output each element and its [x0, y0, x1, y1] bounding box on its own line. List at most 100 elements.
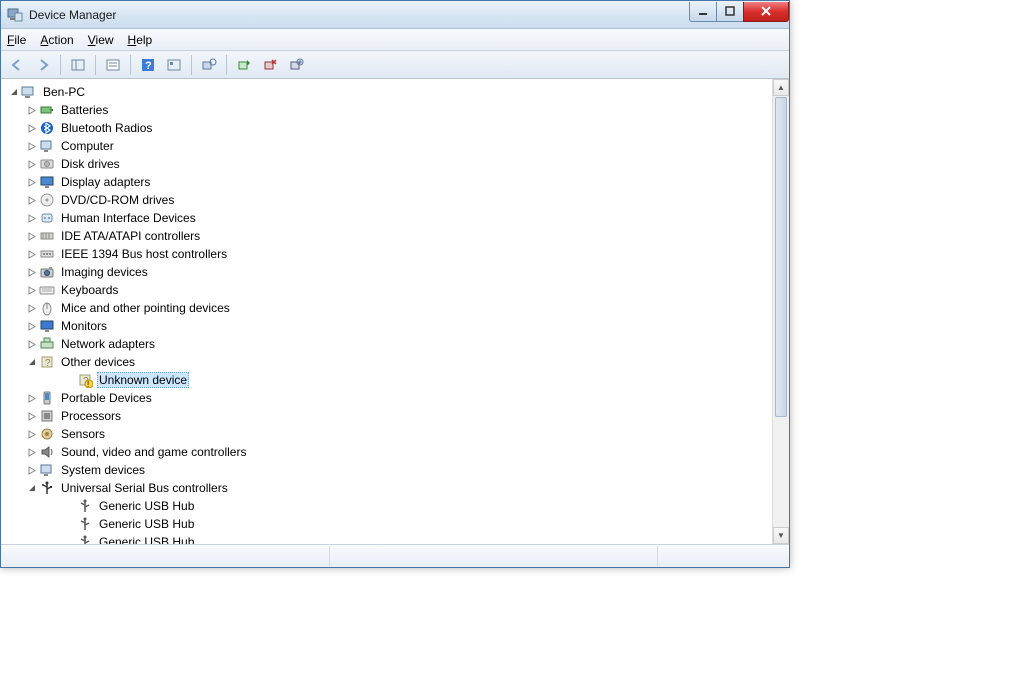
scroll-down-icon[interactable]: ▼: [773, 527, 789, 544]
tree-item-label: Bluetooth Radios: [59, 120, 154, 136]
collapse-icon[interactable]: [25, 484, 39, 493]
menubar: File Action View Help: [1, 29, 789, 51]
expand-icon[interactable]: [25, 250, 39, 259]
properties-button[interactable]: [101, 54, 125, 76]
device-tree[interactable]: Ben-PCBatteriesBluetooth RadiosComputerD…: [1, 79, 772, 544]
tree-item[interactable]: Sensors: [5, 425, 772, 443]
action-button[interactable]: [162, 54, 186, 76]
expand-icon[interactable]: [25, 142, 39, 151]
tree-item[interactable]: System devices: [5, 461, 772, 479]
monitor-icon: [39, 318, 55, 334]
bluetooth-icon: [39, 120, 55, 136]
expand-icon[interactable]: [25, 160, 39, 169]
tree-item[interactable]: Human Interface Devices: [5, 209, 772, 227]
expand-icon[interactable]: [25, 178, 39, 187]
tree-item-usb[interactable]: Universal Serial Bus controllers: [5, 479, 772, 497]
expand-icon[interactable]: [25, 304, 39, 313]
expand-icon[interactable]: [25, 232, 39, 241]
tree-item-usb-hub[interactable]: Generic USB Hub: [5, 515, 772, 533]
close-button[interactable]: [743, 2, 789, 22]
expand-icon[interactable]: [25, 340, 39, 349]
expand-icon[interactable]: [25, 124, 39, 133]
menu-file[interactable]: File: [7, 33, 26, 47]
tree-item-usb-hub[interactable]: Generic USB Hub: [5, 533, 772, 544]
tree-item[interactable]: DVD/CD-ROM drives: [5, 191, 772, 209]
expand-icon[interactable]: [25, 466, 39, 475]
cdrom-icon: [39, 192, 55, 208]
expand-icon[interactable]: [25, 268, 39, 277]
expand-icon[interactable]: [25, 286, 39, 295]
tree-item[interactable]: Mice and other pointing devices: [5, 299, 772, 317]
expand-icon[interactable]: [25, 412, 39, 421]
tree-item-label: Mice and other pointing devices: [59, 300, 232, 316]
toolbar-separator: [60, 55, 61, 75]
collapse-icon[interactable]: [7, 88, 21, 97]
svg-text:?: ?: [145, 60, 152, 72]
vertical-scrollbar[interactable]: ▲ ▼: [772, 79, 789, 544]
tree-item-label: Processors: [59, 408, 123, 424]
portable-icon: [39, 390, 55, 406]
scroll-thumb[interactable]: [775, 97, 787, 417]
tree-item-label: IDE ATA/ATAPI controllers: [59, 228, 202, 244]
unknown-icon: ?!: [77, 372, 93, 388]
scroll-up-icon[interactable]: ▲: [773, 79, 789, 96]
tree-item[interactable]: Processors: [5, 407, 772, 425]
status-cell: [330, 546, 659, 567]
tree-item-unknown-device[interactable]: ?!Unknown device: [5, 371, 772, 389]
collapse-icon[interactable]: [25, 358, 39, 367]
show-hide-tree-button[interactable]: [66, 54, 90, 76]
expand-icon[interactable]: [25, 196, 39, 205]
tree-item[interactable]: Imaging devices: [5, 263, 772, 281]
tree-item[interactable]: Keyboards: [5, 281, 772, 299]
tree-item[interactable]: Disk drives: [5, 155, 772, 173]
tree-item-label: Network adapters: [59, 336, 157, 352]
battery-icon: [39, 102, 55, 118]
client-area: Ben-PCBatteriesBluetooth RadiosComputerD…: [1, 79, 789, 545]
expand-icon[interactable]: [25, 430, 39, 439]
forward-button[interactable]: [31, 54, 55, 76]
menu-action[interactable]: Action: [40, 33, 73, 47]
maximize-button[interactable]: [716, 2, 744, 22]
app-icon: [7, 7, 23, 23]
computer-icon: [39, 138, 55, 154]
tree-item-label: Universal Serial Bus controllers: [59, 480, 230, 496]
tree-item[interactable]: Sound, video and game controllers: [5, 443, 772, 461]
tree-item[interactable]: Display adapters: [5, 173, 772, 191]
tree-item-label: Generic USB Hub: [97, 516, 196, 532]
back-button[interactable]: [5, 54, 29, 76]
expand-icon[interactable]: [25, 106, 39, 115]
svg-text:?: ?: [45, 358, 51, 369]
update-driver-button[interactable]: [284, 54, 308, 76]
expand-icon[interactable]: [25, 448, 39, 457]
tree-item[interactable]: Batteries: [5, 101, 772, 119]
scan-hardware-button[interactable]: [197, 54, 221, 76]
tree-item-label: IEEE 1394 Bus host controllers: [59, 246, 229, 262]
tree-root[interactable]: Ben-PC: [5, 83, 772, 101]
uninstall-button[interactable]: [258, 54, 282, 76]
tree-item[interactable]: Computer: [5, 137, 772, 155]
menu-help[interactable]: Help: [128, 33, 153, 47]
tree-item-label: Other devices: [59, 354, 137, 370]
tree-item-label: Disk drives: [59, 156, 122, 172]
help-button[interactable]: ?: [136, 54, 160, 76]
expand-icon[interactable]: [25, 322, 39, 331]
tree-item[interactable]: Network adapters: [5, 335, 772, 353]
other-icon: ?: [39, 354, 55, 370]
enable-button[interactable]: [232, 54, 256, 76]
tree-item[interactable]: Portable Devices: [5, 389, 772, 407]
menu-view[interactable]: View: [88, 33, 114, 47]
tree-item[interactable]: IDE ATA/ATAPI controllers: [5, 227, 772, 245]
minimize-button[interactable]: [689, 2, 717, 22]
tree-item[interactable]: IEEE 1394 Bus host controllers: [5, 245, 772, 263]
statusbar: [1, 545, 789, 567]
tree-item-label: Batteries: [59, 102, 110, 118]
titlebar[interactable]: Device Manager: [1, 1, 789, 29]
toolbar-separator: [191, 55, 192, 75]
tree-item[interactable]: Bluetooth Radios: [5, 119, 772, 137]
expand-icon[interactable]: [25, 214, 39, 223]
tree-item[interactable]: Monitors: [5, 317, 772, 335]
tree-item-usb-hub[interactable]: Generic USB Hub: [5, 497, 772, 515]
tree-item-other-devices[interactable]: ? Other devices: [5, 353, 772, 371]
expand-icon[interactable]: [25, 394, 39, 403]
tree-item-label: Sound, video and game controllers: [59, 444, 248, 460]
